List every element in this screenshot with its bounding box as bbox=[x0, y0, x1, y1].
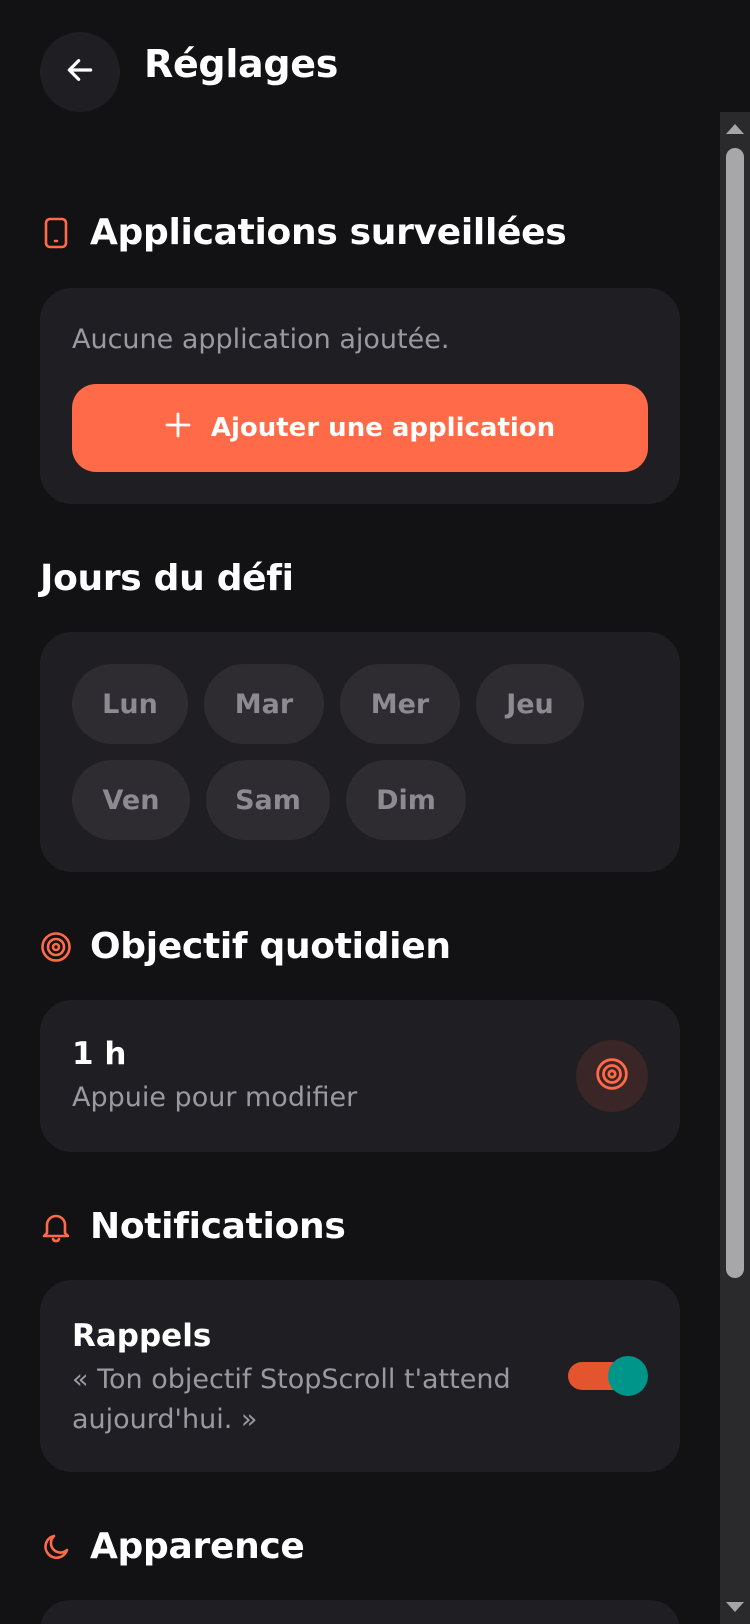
day-chip-mer[interactable]: Mer bbox=[340, 664, 460, 744]
arrow-left-icon bbox=[64, 54, 96, 90]
day-chip-dim[interactable]: Dim bbox=[346, 760, 466, 840]
settings-screen: Réglages Applications surveillées Aucune… bbox=[0, 0, 750, 1624]
appearance-section-title: Apparence bbox=[90, 1526, 305, 1567]
day-chip-ven[interactable]: Ven bbox=[72, 760, 190, 840]
back-button[interactable] bbox=[40, 32, 120, 112]
goal-card[interactable]: 1 h Appuie pour modifier bbox=[40, 1000, 680, 1152]
apps-section-heading: Applications surveillées bbox=[40, 212, 567, 253]
add-app-label: Ajouter une application bbox=[210, 413, 556, 443]
moon-icon bbox=[40, 1531, 72, 1563]
target-icon bbox=[40, 931, 72, 963]
day-chip-jeu[interactable]: Jeu bbox=[476, 664, 584, 744]
reminders-card: Rappels « Ton objectif StopScroll t'atte… bbox=[40, 1280, 680, 1472]
reminders-toggle[interactable] bbox=[568, 1356, 648, 1396]
notifications-section-title: Notifications bbox=[90, 1206, 346, 1247]
appearance-card bbox=[40, 1600, 680, 1624]
bell-icon bbox=[40, 1211, 72, 1243]
apps-card: Aucune application ajoutée. Ajouter une … bbox=[40, 288, 680, 504]
smartphone-icon bbox=[40, 217, 72, 249]
days-card: Lun Mar Mer Jeu Ven Sam Dim bbox=[40, 632, 680, 872]
scrollbar[interactable] bbox=[720, 112, 750, 1624]
goal-section-title: Objectif quotidien bbox=[90, 926, 451, 967]
day-chip-mar[interactable]: Mar bbox=[204, 664, 324, 744]
day-chip-sam[interactable]: Sam bbox=[206, 760, 330, 840]
day-chip-lun[interactable]: Lun bbox=[72, 664, 188, 744]
target-icon bbox=[595, 1057, 629, 1095]
goal-value: 1 h bbox=[72, 1036, 127, 1072]
toggle-knob bbox=[608, 1356, 648, 1396]
goal-section-heading: Objectif quotidien bbox=[40, 926, 451, 967]
notifications-section-heading: Notifications bbox=[40, 1206, 346, 1247]
scroll-down-arrow-icon[interactable] bbox=[726, 1602, 744, 1612]
reminders-title: Rappels bbox=[72, 1318, 212, 1354]
days-section-title: Jours du défi bbox=[40, 558, 294, 599]
goal-edit-button[interactable] bbox=[576, 1040, 648, 1112]
days-section-heading: Jours du défi bbox=[40, 558, 294, 599]
plus-icon bbox=[165, 412, 191, 445]
goal-hint: Appuie pour modifier bbox=[72, 1082, 358, 1113]
page-title: Réglages bbox=[144, 42, 339, 86]
scrollbar-thumb[interactable] bbox=[726, 148, 744, 1278]
apps-section-title: Applications surveillées bbox=[90, 212, 567, 253]
add-app-button[interactable]: Ajouter une application bbox=[72, 384, 648, 472]
reminders-text-line2: aujourd'hui. » bbox=[72, 1404, 258, 1435]
reminders-text-line1: « Ton objectif StopScroll t'attend bbox=[72, 1364, 511, 1395]
appearance-section-heading: Apparence bbox=[40, 1526, 305, 1567]
scroll-up-arrow-icon[interactable] bbox=[726, 124, 744, 134]
apps-empty-text: Aucune application ajoutée. bbox=[72, 324, 450, 355]
